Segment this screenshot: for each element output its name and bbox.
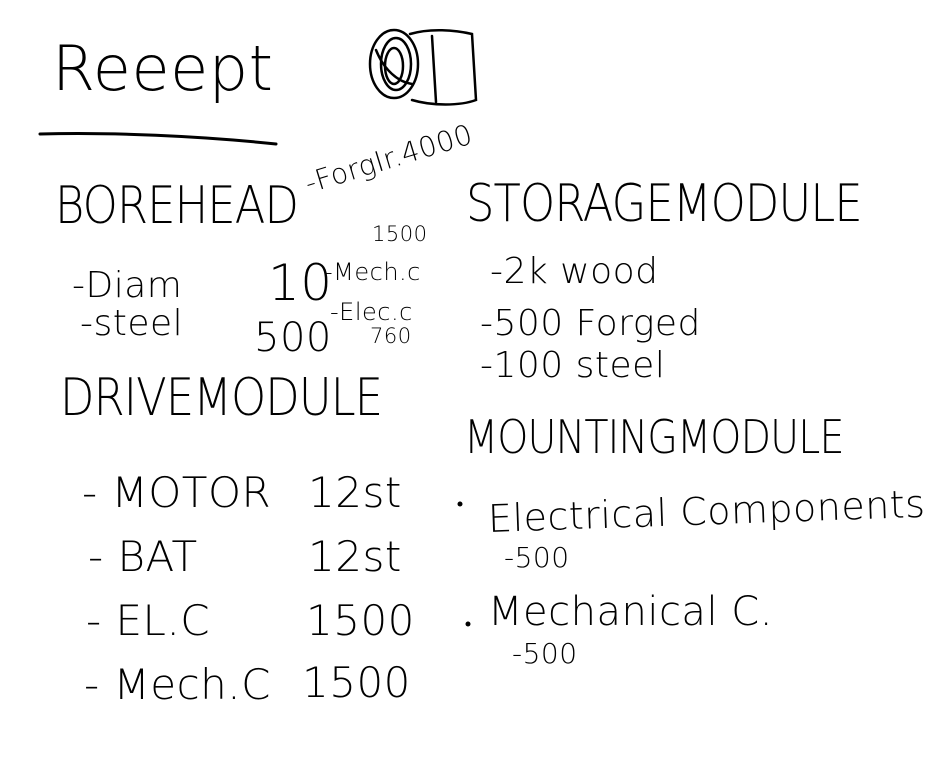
bullet-dots	[457, 501, 471, 627]
bullet-dot	[457, 501, 463, 507]
bullet-dot	[465, 621, 471, 627]
whiteboard-canvas: Reeept BOREHEAD -Diam 10 -steel 500 -For…	[0, 0, 937, 768]
